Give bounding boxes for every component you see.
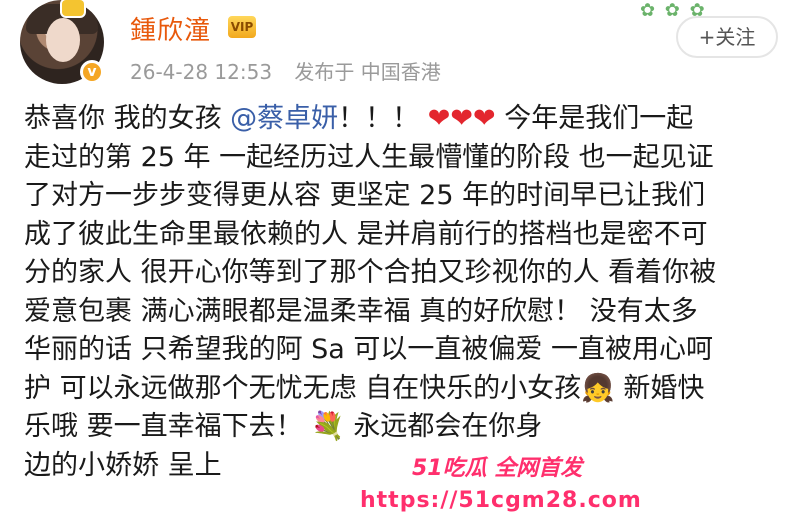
post-body: 恭喜你 我的女孩 @蔡卓妍！！！ ❤❤❤ 今年是我们一起 走过的第 25 年 一… [24, 100, 784, 485]
post-line: 华丽的话 只希望我的阿 Sa 可以一直被偏爱 一直被用心呵 [24, 334, 714, 365]
post-line: 恭喜你 我的女孩 @蔡卓妍！！！ ❤❤❤ 今年是我们一起 [24, 100, 784, 139]
post-line: 乐哦 要一直幸福下去！ 💐 永远都会在你身 [24, 411, 543, 442]
crown-icon [62, 0, 84, 16]
post-line: 成了彼此生命里最依赖的人 是并肩前行的搭档也是密不可 [24, 218, 708, 250]
post-meta: 26-4-28 12:53 发布于 中国香港 [130, 56, 457, 85]
follow-button[interactable]: +关注 [676, 16, 778, 58]
post-line: 边的小娇娇 呈上 [24, 449, 222, 481]
post-line: 护 可以永远做那个无忧无虑 自在快乐的小女孩👧 新婚快 [24, 372, 705, 404]
post-line: 爱意包裹 满心满眼都是温柔幸福 真的好欣慰！ 没有太多 [24, 295, 698, 327]
post-line: 走过的第 25 年 一起经历过人生最懵懂的阶段 也一起见证 [24, 141, 714, 173]
post-line: 分的家人 很开心你等到了那个合拍又珍视你的人 看着你被 [24, 257, 717, 288]
verified-icon: v [80, 60, 104, 84]
post-text: ！！！ [338, 103, 420, 134]
heart-icon: ❤❤❤ [427, 103, 496, 134]
post-location: 发布于 中国香港 [294, 60, 441, 84]
username[interactable]: 鍾欣潼 [130, 10, 211, 47]
mention-link[interactable]: @蔡卓妍 [230, 103, 338, 134]
post-text: 今年是我们一起 [495, 103, 694, 134]
post-text: 恭喜你 我的女孩 [24, 103, 231, 134]
avatar-face [46, 18, 80, 62]
post-line: 了对方一步步变得更从容 更坚定 25 年的时间早已让我们 [24, 180, 706, 211]
timestamp: 26-4-28 12:53 [130, 60, 273, 84]
watermark-url: https://51cgm28.com [360, 488, 642, 513]
vip-icon[interactable]: VIP [228, 16, 256, 38]
post-header: v 鍾欣潼 VIP 26-4-28 12:53 发布于 中国香港 ✿ ✿ ✿ +… [0, 0, 800, 100]
